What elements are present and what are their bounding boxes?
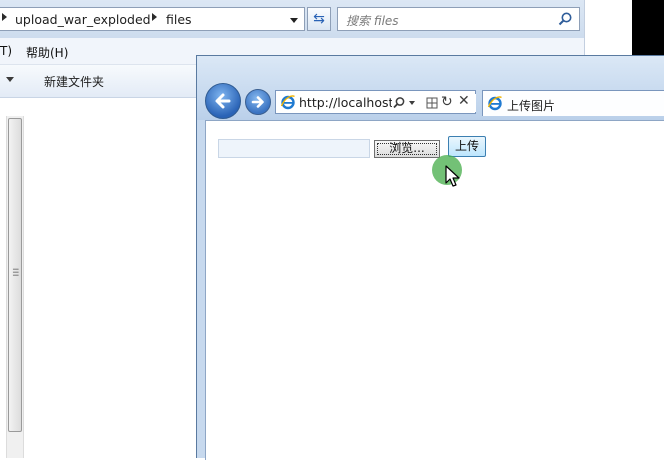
tab-upload-image[interactable]: 上传图片: [482, 90, 664, 116]
chevron-right-icon[interactable]: [2, 13, 7, 21]
organize-dropdown-icon[interactable]: [6, 77, 14, 82]
dropdown-arrow-icon[interactable]: [409, 101, 415, 105]
address-bar-buttons: ↻ ✕: [392, 93, 476, 112]
explorer-address-bar: upload_war_exploded files ⇆ 搜索 files: [0, 0, 632, 38]
focus-ring: [377, 143, 437, 155]
browser-window: http://localhost ↻ ✕ 上传图片 浏览... 上传: [196, 55, 664, 460]
dropdown-arrow-icon[interactable]: [290, 18, 298, 23]
grip-icon: − − −: [12, 265, 20, 281]
breadcrumb-item-files[interactable]: files: [166, 12, 192, 27]
browse-button[interactable]: 浏览...: [374, 140, 440, 158]
ie-logo-icon: [487, 96, 502, 111]
file-path-field[interactable]: [218, 139, 370, 158]
new-folder-button[interactable]: 新建文件夹: [44, 73, 104, 90]
chevron-right-icon[interactable]: [152, 13, 157, 21]
breadcrumb-item-upload-war-exploded[interactable]: upload_war_exploded: [15, 12, 151, 27]
search-icon[interactable]: [557, 11, 573, 27]
ie-logo-icon: [280, 95, 295, 110]
breadcrumb[interactable]: upload_war_exploded files: [0, 7, 305, 31]
scrollbar-thumb[interactable]: − − −: [8, 118, 22, 432]
refresh-icon[interactable]: ⇆: [307, 7, 331, 31]
mouse-cursor-icon: [445, 165, 460, 187]
menu-item-help[interactable]: 帮助(H): [26, 44, 68, 61]
menu-item-tools[interactable]: T): [0, 44, 12, 58]
address-bar[interactable]: http://localhost ↻ ✕: [275, 90, 476, 114]
tab-title: 上传图片: [507, 99, 556, 113]
stop-icon[interactable]: ✕: [458, 93, 470, 109]
search-input[interactable]: 搜索 files: [337, 7, 580, 31]
address-text[interactable]: http://localhost: [299, 95, 393, 110]
compat-view-icon[interactable]: [426, 97, 438, 109]
search-icon[interactable]: [392, 96, 406, 110]
vertical-scrollbar[interactable]: − − −: [6, 116, 24, 458]
forward-icon[interactable]: [245, 89, 271, 115]
browser-toolbar: http://localhost ↻ ✕ 上传图片: [197, 56, 664, 120]
upload-button[interactable]: 上传: [448, 136, 486, 157]
back-icon[interactable]: [205, 83, 241, 119]
search-placeholder: 搜索 files: [346, 14, 399, 28]
refresh-icon[interactable]: ↻: [441, 94, 453, 110]
